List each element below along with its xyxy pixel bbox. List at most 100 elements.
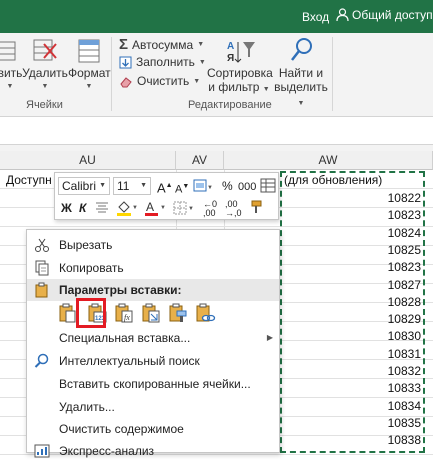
menu-label-paste-special: Специальная вставка... xyxy=(59,331,191,345)
sort-filter-icon: АЯ xyxy=(207,36,271,66)
delete-cells-icon xyxy=(22,36,68,66)
svg-text:A: A xyxy=(146,200,154,214)
accounting-format-icon[interactable]: ▼ xyxy=(193,178,213,194)
formula-bar[interactable] xyxy=(0,117,433,145)
chevron-down-icon: ▼ xyxy=(197,41,205,48)
font-name-box[interactable]: Calibri ▼ xyxy=(58,177,110,195)
format-cells-icon xyxy=(68,36,110,66)
svg-text:▼: ▼ xyxy=(160,205,166,211)
menu-item-delete[interactable]: Удалить... xyxy=(27,396,279,418)
increase-decimal-icon[interactable]: ←0,00 xyxy=(203,200,217,218)
share-label: Общий доступ xyxy=(352,8,433,22)
menu-item-paste-special[interactable]: Специальная вставка... ▶ xyxy=(27,327,279,349)
menu-item-clear-contents[interactable]: Очистить содержимое xyxy=(27,418,279,440)
context-menu: Вырезать Копировать Параметры вставки: 1… xyxy=(26,229,280,458)
paste-values-highlight xyxy=(76,298,106,328)
fill-label: Заполнить xyxy=(136,55,195,69)
insert-cells-button[interactable]: вить ▼ xyxy=(0,33,23,94)
clear-button[interactable]: Очистить ▼ xyxy=(119,74,200,88)
sort-filter-label-1: Сортировка xyxy=(207,66,273,80)
quick-analysis-icon xyxy=(34,444,50,458)
autosum-label: Автосумма xyxy=(132,37,194,52)
search-icon xyxy=(34,353,49,368)
fill-down-icon xyxy=(119,56,132,68)
menu-label-insert-copied: Вставить скопированные ячейки... xyxy=(59,377,251,391)
scissors-icon xyxy=(35,238,49,252)
chevron-down-icon: ▼ xyxy=(262,86,270,93)
insert-cells-label: вить xyxy=(0,66,23,80)
menu-item-cut[interactable]: Вырезать xyxy=(27,234,279,256)
mini-toolbar: Calibri ▼ 11 ▼ A▲ A▼ ▼ % 000 Ж К ▼ A ▼ ▼ … xyxy=(54,172,279,220)
font-size-value: 11 xyxy=(117,179,130,193)
chevron-down-icon: ▼ xyxy=(99,182,106,189)
insert-cells-icon xyxy=(0,36,23,66)
percent-style-button[interactable]: % xyxy=(222,178,233,194)
fill-button[interactable]: Заполнить ▼ xyxy=(119,55,206,69)
delete-cells-label: Удалить xyxy=(22,66,68,80)
format-table-icon[interactable] xyxy=(260,178,276,193)
chevron-down-icon: ▼ xyxy=(85,83,93,90)
delete-cells-button[interactable]: Удалить ▼ xyxy=(22,33,68,94)
ribbon: вить ▼ Удалить ▼ Формат ▼ Ячейки Σ Автос… xyxy=(0,33,433,117)
paste-link-icon[interactable] xyxy=(194,302,216,324)
chevron-down-icon: ▼ xyxy=(193,77,201,85)
format-painter-icon[interactable] xyxy=(247,200,263,215)
editing-group-label: Редактирование xyxy=(188,99,272,111)
autosum-button[interactable]: Σ Автосумма ▼ xyxy=(119,36,204,53)
clear-label: Очистить xyxy=(137,74,190,88)
bold-button[interactable]: Ж xyxy=(61,200,72,216)
menu-label-delete: Удалить... xyxy=(59,400,115,414)
share-button[interactable]: Общий доступ xyxy=(336,8,433,22)
font-name-value: Calibri xyxy=(62,179,97,193)
column-header-au[interactable]: AU xyxy=(0,151,176,170)
svg-text:fx: fx xyxy=(124,313,130,322)
decrease-decimal-icon[interactable]: ,00 →,0 xyxy=(225,200,242,218)
italic-button[interactable]: К xyxy=(79,200,86,216)
chevron-down-icon: ▼ xyxy=(41,83,49,90)
svg-text:▼: ▼ xyxy=(188,206,194,212)
submenu-arrow-icon: ▶ xyxy=(266,333,273,342)
column-header-av[interactable]: AV xyxy=(176,151,224,170)
paste-formatting-icon[interactable] xyxy=(167,302,189,324)
comma-style-button[interactable]: 000 xyxy=(238,179,256,195)
column-header-aw[interactable]: AW xyxy=(224,151,433,170)
grow-font-icon[interactable]: A▲ xyxy=(157,178,173,196)
svg-text:А: А xyxy=(227,41,234,52)
font-size-box[interactable]: 11 ▼ xyxy=(113,177,151,195)
menu-item-quick-analysis[interactable]: Экспресс-анализ xyxy=(27,440,279,462)
menu-label-quick-analysis: Экспресс-анализ xyxy=(59,444,155,458)
chevron-down-icon: ▼ xyxy=(297,100,305,107)
find-select-label-2: выделить xyxy=(274,80,328,94)
svg-text:Я: Я xyxy=(227,53,234,64)
magnifier-icon xyxy=(271,36,331,66)
font-color-icon[interactable]: A ▼ xyxy=(143,199,167,217)
ribbon-separator xyxy=(111,37,112,111)
person-icon xyxy=(336,8,349,22)
sort-filter-button[interactable]: АЯ Сортировка и фильтр ▼ xyxy=(207,33,273,97)
cell-au-header[interactable]: Доступн xyxy=(6,171,52,189)
find-select-button[interactable]: Найти и выделить ▼ xyxy=(271,33,331,111)
sigma-icon: Σ xyxy=(119,36,129,53)
menu-item-smart-lookup[interactable]: Интеллектуальный поиск xyxy=(27,350,279,372)
menu-label-smart-lookup: Интеллектуальный поиск xyxy=(59,354,200,368)
menu-item-insert-copied[interactable]: Вставить скопированные ячейки... xyxy=(27,373,279,395)
eraser-icon xyxy=(120,76,132,87)
copy-selection-border xyxy=(280,171,425,453)
menu-item-copy[interactable]: Копировать xyxy=(27,257,279,279)
align-center-icon[interactable] xyxy=(95,201,109,215)
chevron-down-icon: ▼ xyxy=(6,83,14,90)
format-cells-label: Формат xyxy=(68,66,111,80)
copy-icon xyxy=(35,260,49,276)
format-cells-button[interactable]: Формат ▼ xyxy=(68,33,111,94)
fill-color-icon[interactable]: ▼ xyxy=(115,199,139,217)
login-link[interactable]: Вход xyxy=(302,10,329,24)
paste-transpose-icon[interactable] xyxy=(140,302,162,324)
menu-label-clear-contents: Очистить содержимое xyxy=(59,422,184,436)
paste-formulas-icon[interactable]: fx xyxy=(113,302,135,324)
chevron-down-icon: ▼ xyxy=(198,58,206,66)
borders-icon[interactable]: ▼ xyxy=(172,200,196,216)
cells-group-label: Ячейки xyxy=(26,99,63,111)
clipboard-icon xyxy=(35,282,48,298)
shrink-font-icon[interactable]: A▼ xyxy=(175,179,189,198)
menu-label-copy: Копировать xyxy=(59,261,124,275)
